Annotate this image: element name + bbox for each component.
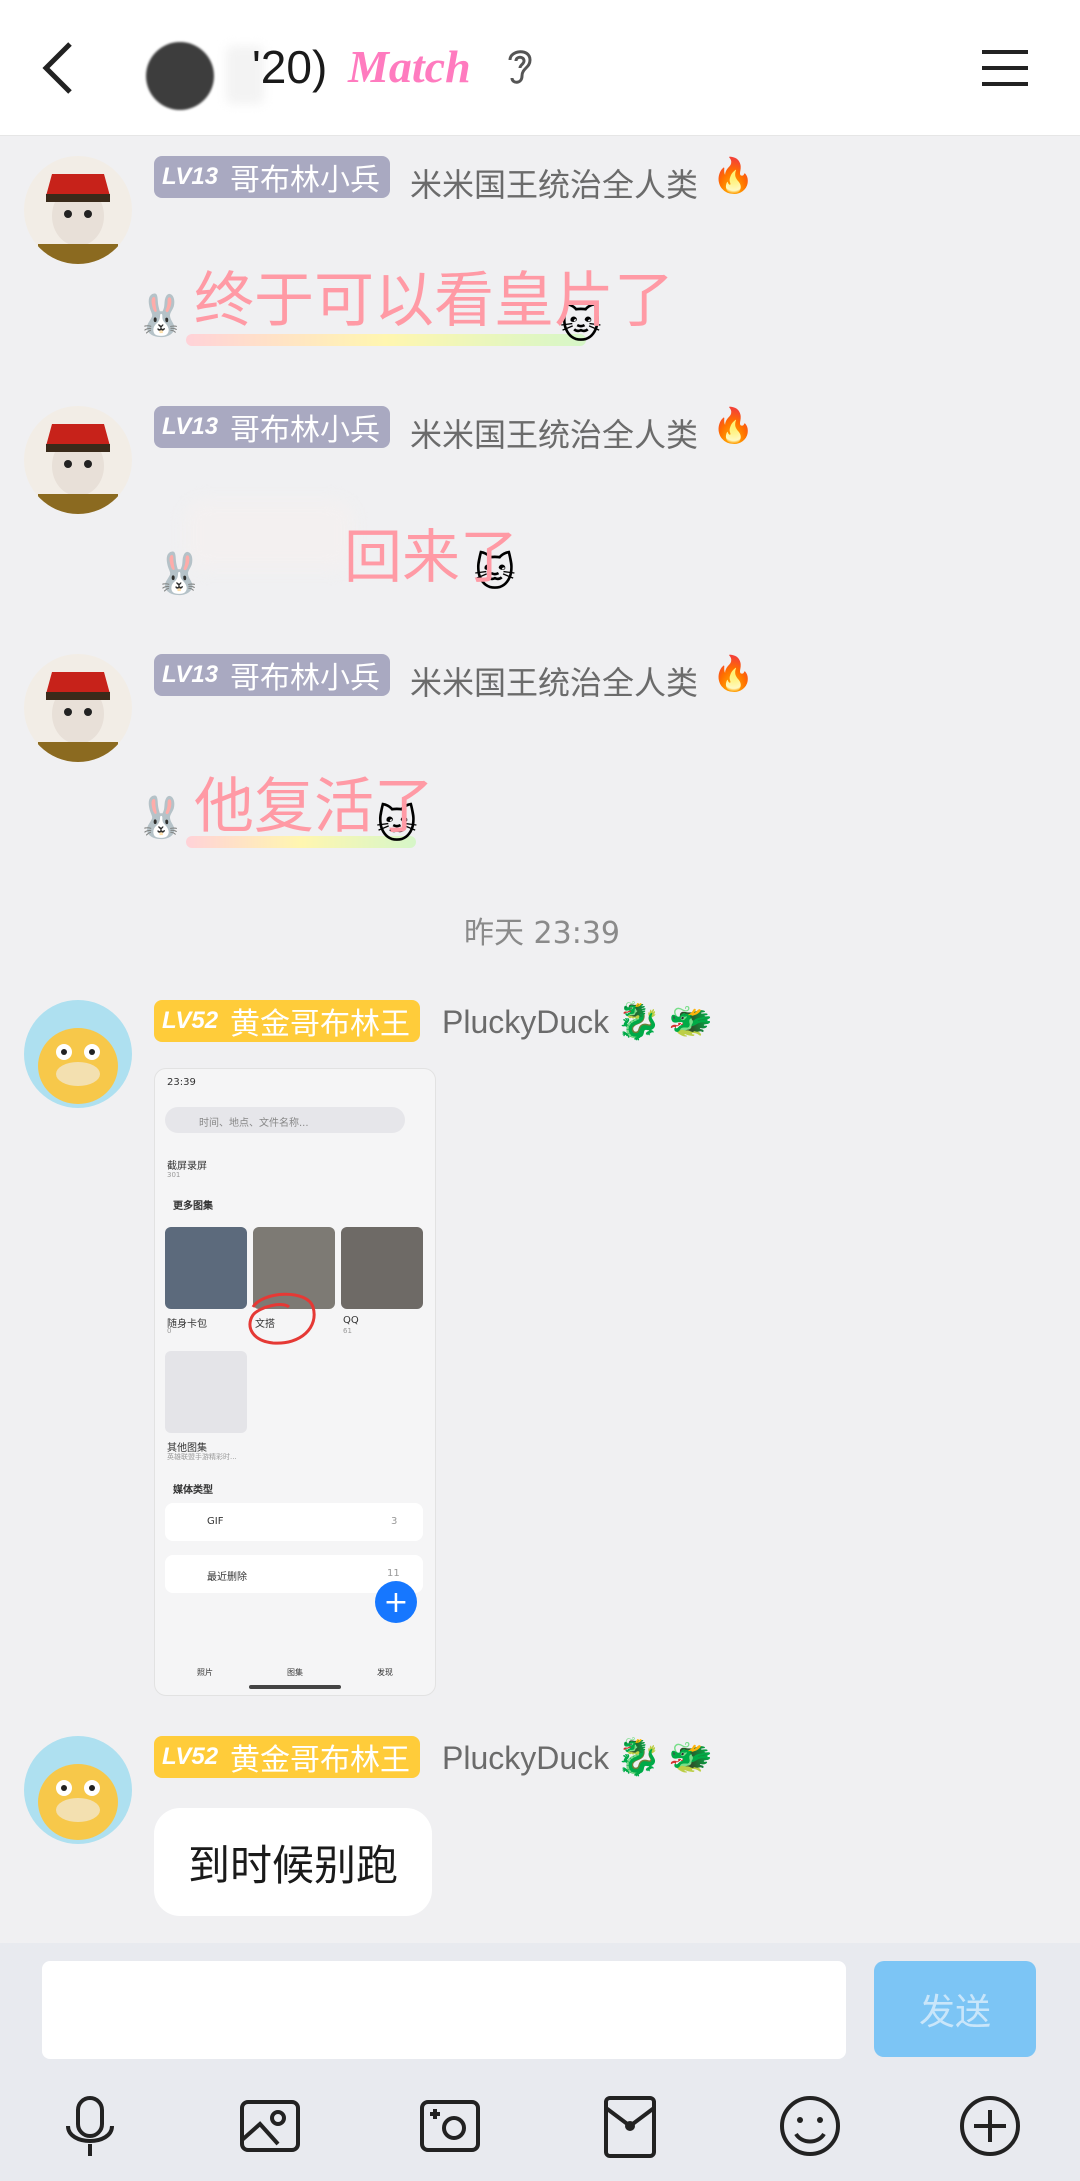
- level-text: LV13: [162, 661, 219, 688]
- shot-gif-label: GIF: [207, 1516, 224, 1527]
- shot-album-count: 61: [343, 1327, 352, 1335]
- sticker-image[interactable]: 🐰 🐱 终于可以看皇片了: [136, 252, 674, 368]
- dragon-icon: 🐲: [668, 1001, 713, 1042]
- shot-more-albums: 更多图集: [173, 1201, 213, 1212]
- redacted-area: [184, 500, 354, 570]
- dragon-icon: 🐉: [616, 1737, 661, 1778]
- shot-album-name: QQ: [343, 1315, 359, 1326]
- chat-title: '20): [252, 41, 328, 93]
- ear-icon[interactable]: [506, 46, 534, 86]
- shot-media-types: 媒体类型: [173, 1485, 213, 1496]
- username[interactable]: PluckyDuck: [442, 1004, 609, 1041]
- shot-top-album: 截屏录屏: [167, 1161, 207, 1172]
- avatar-emperor[interactable]: [24, 406, 132, 514]
- level-badge: LV52 黄金哥布林王: [154, 1000, 421, 1042]
- bunny-icon: 🐰: [136, 293, 186, 339]
- title-badge-text: 哥布林小兵: [230, 661, 381, 696]
- shot-tab: 照片: [197, 1668, 213, 1677]
- red-circle-annotation: [248, 1292, 316, 1345]
- shot-album-thumb: [165, 1227, 247, 1309]
- username[interactable]: PluckyDuck: [442, 1740, 609, 1777]
- shot-add-icon: +: [375, 1581, 417, 1623]
- message-bubble[interactable]: 到时候别跑: [154, 1808, 432, 1916]
- message-input[interactable]: [42, 1961, 846, 2059]
- level-badge: LV52 黄金哥布林王: [154, 1736, 421, 1778]
- red-packet-icon[interactable]: [596, 2092, 664, 2160]
- group-avatar[interactable]: [146, 42, 214, 110]
- sticker-text: 他复活了: [194, 772, 434, 842]
- send-button[interactable]: 发送: [874, 1961, 1036, 2057]
- shot-album-thumb: [165, 1351, 247, 1433]
- title-badge-text: 哥布林小兵: [230, 413, 381, 448]
- match-label[interactable]: Match: [348, 40, 471, 93]
- sticker-image[interactable]: 🐰 🐱 他复活了: [136, 754, 436, 870]
- title-badge-text: 黄金哥布林王: [230, 1743, 411, 1778]
- level-badge: LV13 哥布林小兵: [154, 406, 391, 448]
- shot-top-album-count: 301: [167, 1171, 181, 1179]
- sticker-image[interactable]: 🐰 🐱 回来了: [154, 494, 534, 614]
- username[interactable]: 米米国王统治全人类: [410, 160, 698, 206]
- title-badge-text: 黄金哥布林王: [230, 1007, 411, 1042]
- shot-search-placeholder: 时间、地点、文件名称...: [199, 1118, 309, 1129]
- shot-gif-count: 3: [391, 1516, 398, 1527]
- emoji-icon[interactable]: [776, 2092, 844, 2160]
- plus-icon[interactable]: [956, 2092, 1024, 2160]
- shot-status-time: 23:39: [167, 1077, 196, 1088]
- avatar-emperor[interactable]: [24, 156, 132, 264]
- image-icon[interactable]: [236, 2092, 304, 2160]
- level-text: LV52: [162, 1007, 219, 1034]
- fire-icon: 🔥: [712, 156, 755, 196]
- level-text: LV13: [162, 163, 219, 190]
- shot-other-albums-sub: 英雄联盟手游精彩时...: [167, 1453, 237, 1461]
- chat-header: '20) Match: [0, 0, 1080, 136]
- shot-album-count: 0: [167, 1327, 172, 1335]
- shot-tab: 发现: [377, 1668, 393, 1677]
- back-arrow-icon[interactable]: [38, 40, 78, 96]
- username[interactable]: 米米国王统治全人类: [410, 410, 698, 456]
- avatar-psyduck[interactable]: [24, 1736, 132, 1844]
- shot-album-thumb: [341, 1227, 423, 1309]
- shot-deleted-label: 最近删除: [207, 1572, 247, 1583]
- bunny-icon: 🐰: [154, 551, 204, 597]
- level-badge: LV13 哥布林小兵: [154, 156, 391, 198]
- shot-tab: 图集: [287, 1668, 303, 1677]
- sticker-text: 终于可以看皇片了: [194, 266, 674, 336]
- shot-deleted-count: 11: [387, 1568, 400, 1579]
- title-badge-text: 哥布林小兵: [230, 163, 381, 198]
- username[interactable]: 米米国王统治全人类: [410, 658, 698, 704]
- bunny-icon: 🐰: [136, 795, 186, 841]
- level-badge: LV13 哥布林小兵: [154, 654, 391, 696]
- shot-home-indicator: [249, 1685, 341, 1689]
- avatar-emperor[interactable]: [24, 654, 132, 762]
- level-text: LV52: [162, 1743, 219, 1770]
- level-text: LV13: [162, 413, 219, 440]
- avatar-psyduck[interactable]: [24, 1000, 132, 1108]
- shared-screenshot[interactable]: 23:39 时间、地点、文件名称... 截屏录屏 301 更多图集 随身卡包 0…: [154, 1068, 436, 1696]
- menu-icon[interactable]: [982, 48, 1028, 88]
- dragon-icon: 🐉: [616, 1001, 661, 1042]
- timestamp: 昨天 23:39: [464, 916, 620, 951]
- sticker-text: 回来了: [344, 523, 519, 591]
- dragon-icon: 🐲: [668, 1737, 713, 1778]
- shot-album-name: 随身卡包: [167, 1319, 207, 1330]
- fire-icon: 🔥: [712, 406, 755, 446]
- camera-icon[interactable]: [416, 2092, 484, 2160]
- shot-gif-row: [165, 1503, 423, 1541]
- fire-icon: 🔥: [712, 654, 755, 694]
- microphone-icon[interactable]: [56, 2092, 124, 2160]
